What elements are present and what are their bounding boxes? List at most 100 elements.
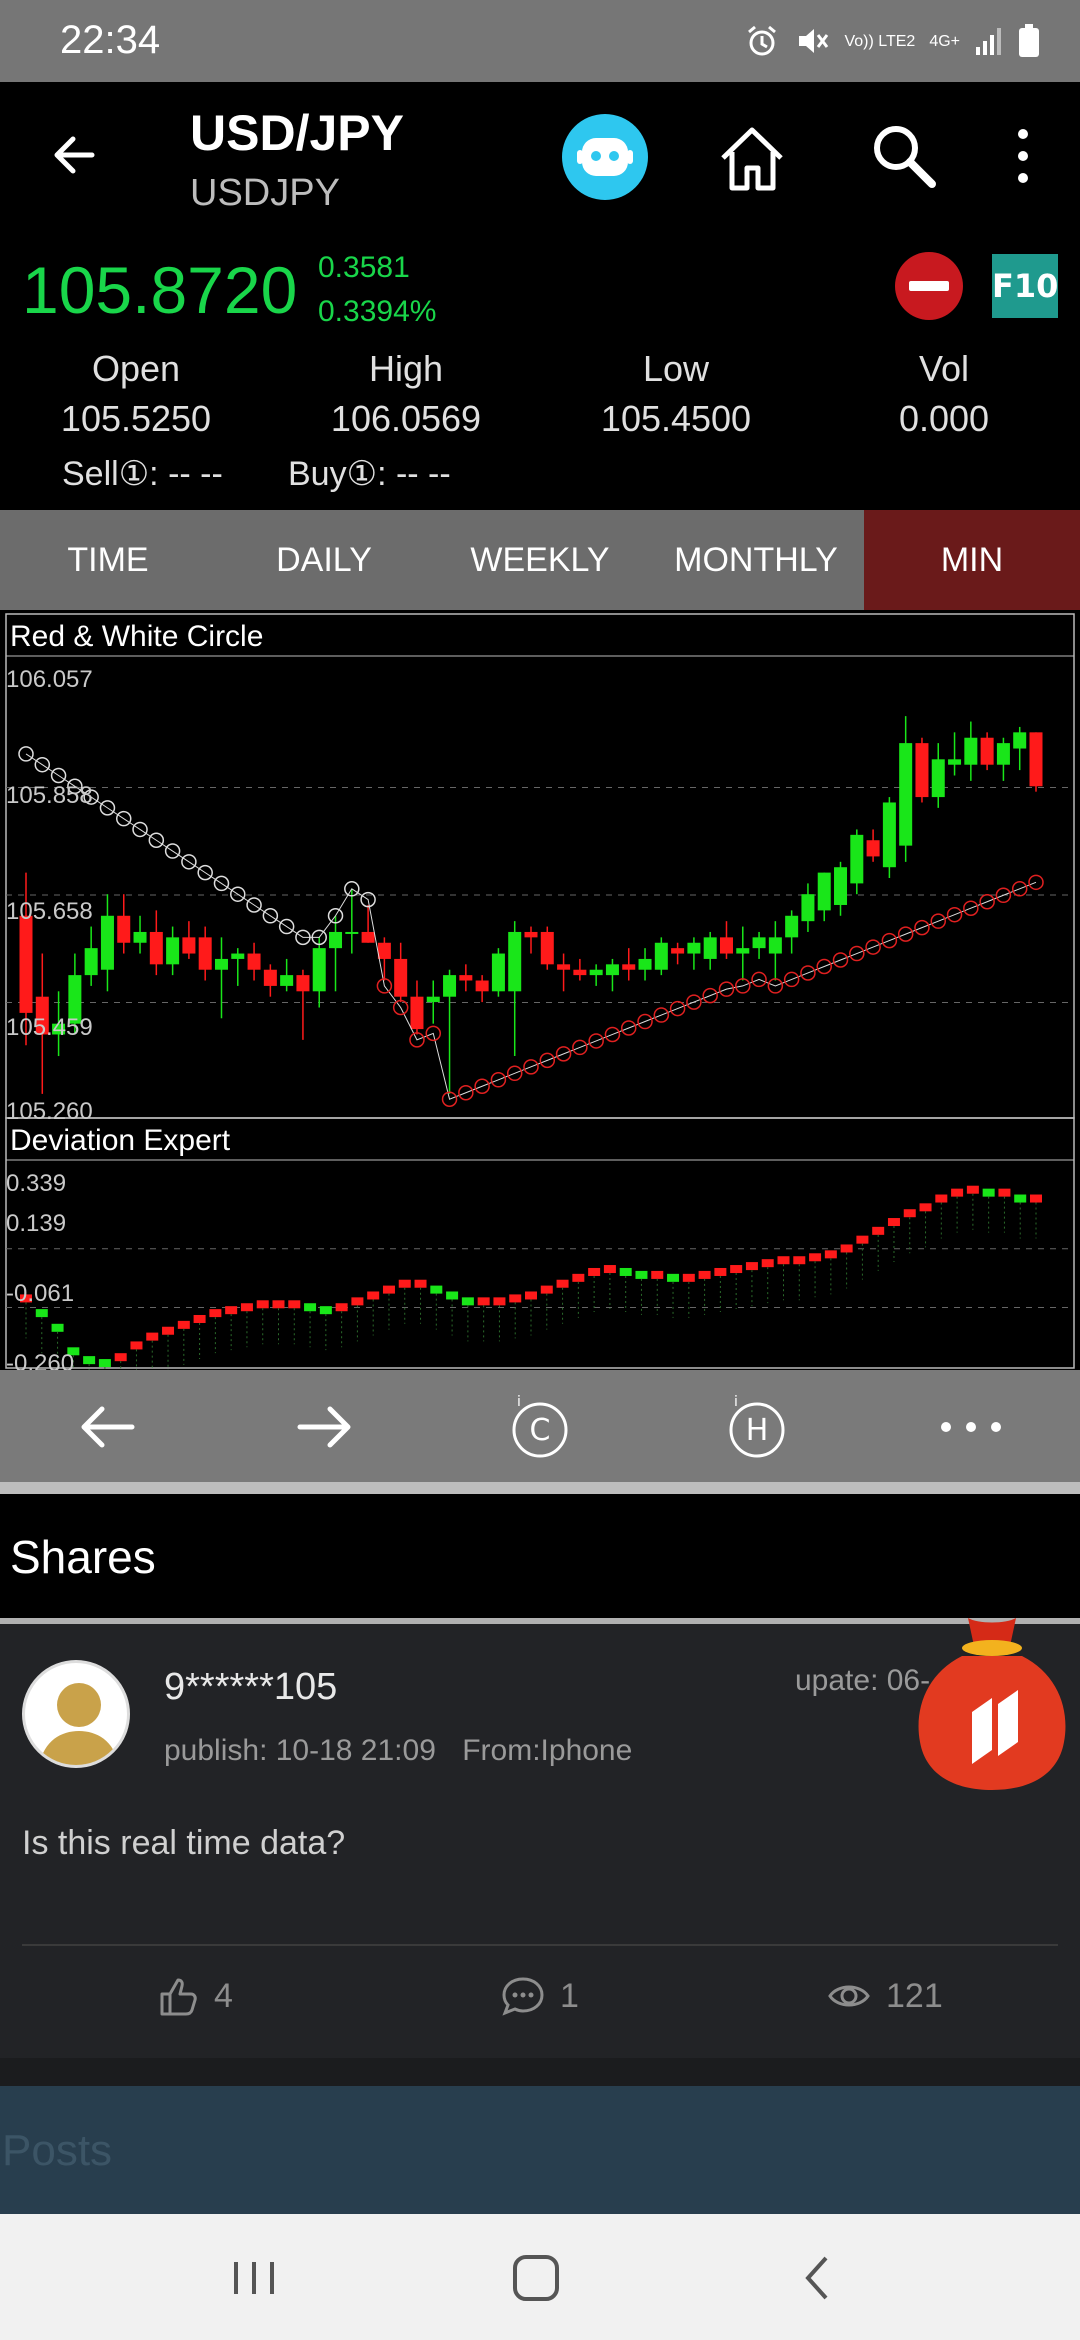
post-body: Is this real time data? xyxy=(22,1824,346,1862)
svg-text:H: H xyxy=(746,1413,769,1448)
deviation-bar xyxy=(351,1297,364,1306)
signal-bars-icon xyxy=(976,28,1001,55)
post-meta: publish: 10-18 21:09 From:Iphone xyxy=(164,1734,632,1768)
deviation-bar xyxy=(525,1291,537,1300)
candle-body xyxy=(736,948,750,954)
svg-text:i: i xyxy=(734,1394,738,1410)
deviation-bar xyxy=(1014,1194,1027,1203)
deviation-bar xyxy=(319,1306,332,1315)
deviation-bar xyxy=(335,1303,348,1312)
like-count: 4 xyxy=(214,1976,233,2015)
deviation-bar xyxy=(209,1309,222,1318)
main-panel-frame xyxy=(5,613,1075,1119)
user-avatar-icon xyxy=(39,1683,119,1765)
alarm-icon xyxy=(748,25,777,56)
post-update-label: upate: 06- xyxy=(795,1664,931,1697)
candle-body xyxy=(622,964,636,970)
f10-button[interactable]: F10 xyxy=(992,254,1058,318)
page-subtitle: USDJPY xyxy=(190,172,340,214)
posts-section[interactable]: Posts xyxy=(0,2086,1080,2214)
candle-body xyxy=(834,867,848,905)
stat-low: Low 105.4500 xyxy=(566,348,786,440)
price-chart[interactable] xyxy=(0,610,1080,1370)
red-envelope-bag-icon[interactable] xyxy=(912,1612,1072,1794)
candle-body xyxy=(719,937,733,954)
stat-value: 0.000 xyxy=(898,398,990,439)
tab-weekly[interactable]: WEEKLY xyxy=(432,510,648,610)
like-button[interactable]: 4 xyxy=(156,1974,233,2018)
y-tick: 105.260 xyxy=(6,1098,93,1125)
candle-body xyxy=(573,969,587,976)
candle-body xyxy=(508,931,522,992)
candle-body xyxy=(996,743,1010,765)
y-tick: -0.061 xyxy=(6,1280,75,1307)
candle-body xyxy=(931,759,945,798)
chart-forward-arrow-icon[interactable] xyxy=(290,1392,360,1462)
candle-body xyxy=(280,975,294,986)
robot-icon xyxy=(577,138,633,176)
deviation-bar xyxy=(872,1226,885,1235)
recent-apps-icon[interactable] xyxy=(226,2250,282,2306)
deviation-bar xyxy=(651,1270,664,1279)
last-price: 105.8720 xyxy=(22,253,298,327)
candle-body xyxy=(426,996,440,1003)
candle-body xyxy=(638,958,652,970)
candle-body xyxy=(329,931,343,949)
y-tick: 105.658 xyxy=(6,898,93,925)
status-time: 22:34 xyxy=(60,18,161,62)
candle-body xyxy=(84,948,98,976)
h-icon[interactable]: Hi xyxy=(722,1392,792,1462)
candle-body xyxy=(980,737,994,765)
chart-area[interactable]: Red & White Circle 106.057 105.858 105.6… xyxy=(0,610,1080,1377)
back-nav-icon[interactable] xyxy=(790,2250,846,2306)
tab-min[interactable]: MIN xyxy=(864,510,1080,610)
remove-watchlist-button[interactable] xyxy=(895,252,963,320)
candle-body xyxy=(231,953,245,959)
deviation-bar xyxy=(556,1279,569,1288)
deviation-bar xyxy=(588,1267,601,1276)
c-icon[interactable]: Ci xyxy=(505,1392,575,1462)
post-username[interactable]: 9******105 xyxy=(164,1666,337,1709)
avatar[interactable] xyxy=(22,1660,130,1768)
deviation-bar xyxy=(240,1303,253,1312)
candle-body xyxy=(899,743,913,846)
candle-body xyxy=(850,834,864,884)
deviation-bar xyxy=(162,1326,175,1335)
comment-count: 1 xyxy=(560,1976,579,2015)
candle-body xyxy=(361,931,375,943)
candle-body xyxy=(491,953,505,992)
comment-button[interactable]: 1 xyxy=(500,1974,579,2018)
y-tick: 106.057 xyxy=(6,666,93,693)
chart-back-arrow-icon[interactable] xyxy=(72,1392,142,1462)
stat-value: 105.4500 xyxy=(600,398,752,439)
tab-daily[interactable]: DAILY xyxy=(216,510,432,610)
candle-body xyxy=(589,969,603,976)
indicator-title: Deviation Expert xyxy=(10,1124,231,1157)
deviation-bar xyxy=(951,1188,964,1197)
divider xyxy=(0,2058,1080,2086)
y-tick: 0.139 xyxy=(6,1210,67,1237)
comment-icon xyxy=(502,1977,544,2016)
tab-time[interactable]: TIME xyxy=(0,510,216,610)
shares-title: Shares xyxy=(10,1531,156,1583)
search-icon[interactable] xyxy=(868,120,940,192)
candle-body xyxy=(149,931,163,965)
tab-monthly[interactable]: MONTHLY xyxy=(648,510,864,610)
home-nav-icon[interactable] xyxy=(508,2250,564,2306)
home-icon[interactable] xyxy=(715,120,790,195)
deviation-bar xyxy=(1030,1194,1042,1203)
more-vertical-icon[interactable] xyxy=(1000,120,1046,192)
robot-assistant-button[interactable] xyxy=(562,114,648,200)
deviation-bar xyxy=(35,1309,48,1318)
back-arrow-icon[interactable] xyxy=(40,120,110,190)
candle-body xyxy=(19,915,33,1013)
candle-body xyxy=(296,975,310,992)
main-chart-title: Red & White Circle xyxy=(10,620,264,653)
candle-body xyxy=(948,759,962,765)
deviation-bar xyxy=(966,1185,979,1194)
more-horizontal-icon[interactable] xyxy=(936,1392,1006,1462)
page-title: USD/JPY xyxy=(190,105,404,161)
change-value: 0.3581 xyxy=(318,251,410,284)
stat-label: Vol xyxy=(918,348,970,389)
system-nav-bar xyxy=(0,2214,1080,2340)
